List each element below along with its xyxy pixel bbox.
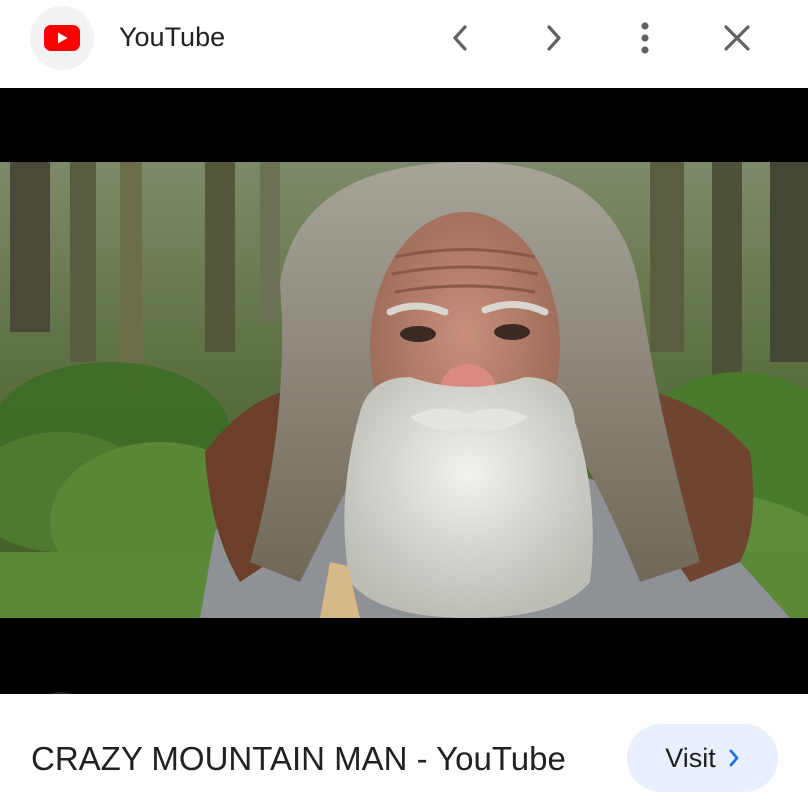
result-title[interactable]: CRAZY MOUNTAIN MAN - YouTube	[31, 739, 566, 779]
youtube-logo-icon	[44, 25, 80, 51]
preview-photo	[0, 162, 808, 618]
site-favicon[interactable]	[30, 6, 94, 70]
visit-button[interactable]: Visit	[627, 724, 778, 792]
chevron-right-icon	[547, 25, 561, 51]
viewer-header: YouTube	[0, 0, 808, 88]
forward-button[interactable]	[529, 12, 577, 64]
visit-label: Visit	[665, 742, 716, 773]
more-vertical-icon	[641, 22, 649, 54]
more-options-button[interactable]	[621, 12, 669, 64]
image-preview[interactable]	[0, 88, 808, 694]
chevron-right-icon	[729, 749, 739, 767]
result-footer: CRAZY MOUNTAIN MAN - YouTube Visit	[0, 694, 808, 803]
chevron-left-icon	[453, 25, 467, 51]
image-viewer: YouTube CRAZY MOUNTAIN MAN - YouTube Vis…	[0, 0, 808, 803]
close-icon	[724, 25, 750, 51]
back-button[interactable]	[437, 12, 485, 64]
site-name[interactable]: YouTube	[119, 20, 225, 54]
close-button[interactable]	[713, 12, 761, 64]
